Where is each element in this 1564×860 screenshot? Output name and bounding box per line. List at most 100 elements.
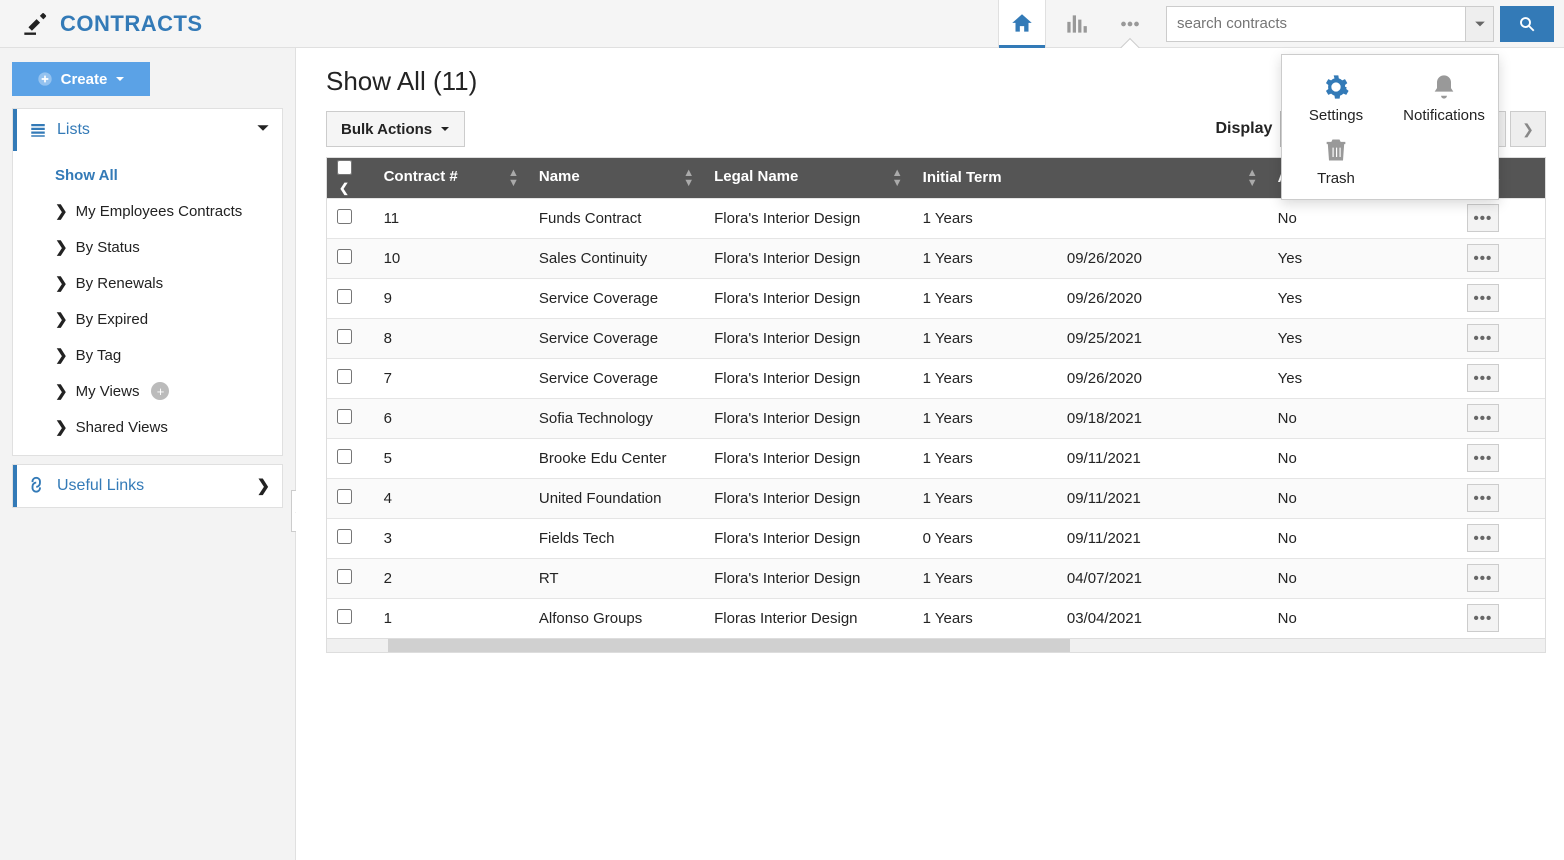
cell-name: United Foundation	[529, 478, 704, 518]
table-row[interactable]: 10Sales ContinuityFlora's Interior Desig…	[327, 238, 1545, 278]
horizontal-scrollbar[interactable]	[327, 638, 1545, 652]
cell-renewal	[1057, 198, 1268, 238]
row-actions-button[interactable]: •••	[1467, 484, 1499, 512]
brand: CONTRACTS	[22, 8, 203, 39]
cell-renewal: 04/07/2021	[1057, 558, 1268, 598]
sidebar-item-by-tag[interactable]: ❯ By Tag	[55, 337, 282, 373]
app-header: CONTRACTS	[0, 0, 1564, 48]
sidebar-item-by-status[interactable]: ❯ By Status	[55, 229, 282, 265]
sidebar-item-show-all[interactable]: Show All	[55, 157, 282, 193]
chevron-right-icon: ❯	[55, 310, 68, 328]
col-term[interactable]: Initial Term	[913, 158, 1057, 198]
row-checkbox[interactable]	[337, 569, 352, 584]
sidebar: Create Lists Show All ❯ My Employees Con…	[0, 48, 296, 860]
sort-icon: ▲▼	[508, 168, 519, 188]
table-row[interactable]: 2RTFlora's Interior Design1 Years04/07/2…	[327, 558, 1545, 598]
col-renewal[interactable]: Renewal Date▲▼	[1057, 158, 1268, 198]
cell-name: Brooke Edu Center	[529, 438, 704, 478]
cell-auto: Yes	[1268, 358, 1421, 398]
col-name[interactable]: Name▲▼	[529, 158, 704, 198]
table-row[interactable]: 4United FoundationFlora's Interior Desig…	[327, 478, 1545, 518]
display-label: Display	[1215, 120, 1272, 138]
row-checkbox[interactable]	[337, 449, 352, 464]
table-row[interactable]: 5Brooke Edu CenterFlora's Interior Desig…	[327, 438, 1545, 478]
cell-contract-no: 7	[374, 358, 529, 398]
select-all-checkbox[interactable]	[337, 160, 352, 175]
table-row[interactable]: 6Sofia TechnologyFlora's Interior Design…	[327, 398, 1545, 438]
row-checkbox[interactable]	[337, 369, 352, 384]
cell-renewal: 09/26/2020	[1057, 278, 1268, 318]
row-actions-button[interactable]: •••	[1467, 324, 1499, 352]
sidebar-item-my-employees[interactable]: ❯ My Employees Contracts	[55, 193, 282, 229]
row-checkbox[interactable]	[337, 209, 352, 224]
row-actions-button[interactable]: •••	[1467, 284, 1499, 312]
table-row[interactable]: 1Alfonso GroupsFloras Interior Design1 Y…	[327, 598, 1545, 638]
home-button[interactable]	[998, 0, 1046, 48]
cell-renewal: 09/11/2021	[1057, 438, 1268, 478]
contracts-table: ❮ Contract #▲▼ Name▲▼ Legal Name▲▼ Initi…	[326, 157, 1546, 653]
chevron-right-icon: ❯	[55, 274, 68, 292]
row-checkbox[interactable]	[337, 609, 352, 624]
table-row[interactable]: 3Fields TechFlora's Interior Design0 Yea…	[327, 518, 1545, 558]
analytics-button[interactable]	[1052, 0, 1100, 48]
search-button[interactable]	[1500, 6, 1554, 42]
row-checkbox[interactable]	[337, 409, 352, 424]
lists-label: Lists	[57, 121, 90, 139]
table-row[interactable]: 8Service CoverageFlora's Interior Design…	[327, 318, 1545, 358]
search-input[interactable]	[1166, 6, 1466, 42]
col-legal[interactable]: Legal Name▲▼	[704, 158, 913, 198]
col-contract-no[interactable]: Contract #▲▼	[374, 158, 529, 198]
table-row[interactable]: 9Service CoverageFlora's Interior Design…	[327, 278, 1545, 318]
notifications-item[interactable]: Notifications	[1399, 73, 1489, 124]
page-title: Show All (11)	[326, 66, 477, 97]
cell-renewal: 09/11/2021	[1057, 518, 1268, 558]
sidebar-item-label: My Views	[76, 383, 140, 400]
row-actions-button[interactable]: •••	[1467, 604, 1499, 632]
search-scope-dropdown[interactable]	[1466, 6, 1494, 42]
sort-icon: ▲▼	[892, 168, 903, 188]
row-checkbox[interactable]	[337, 329, 352, 344]
sidebar-item-by-renewals[interactable]: ❯ By Renewals	[55, 265, 282, 301]
row-actions-button[interactable]: •••	[1467, 244, 1499, 272]
bulk-actions-button[interactable]: Bulk Actions	[326, 111, 465, 147]
row-actions-button[interactable]: •••	[1467, 204, 1499, 232]
lists-header[interactable]: Lists	[13, 109, 282, 151]
cell-renewal: 09/26/2020	[1057, 238, 1268, 278]
trash-item[interactable]: Trash	[1291, 136, 1381, 187]
cell-legal: Flora's Interior Design	[704, 558, 913, 598]
sidebar-item-shared-views[interactable]: ❯ Shared Views	[55, 409, 282, 445]
cell-renewal: 09/25/2021	[1057, 318, 1268, 358]
table-row[interactable]: 11Funds ContractFlora's Interior Design1…	[327, 198, 1545, 238]
row-checkbox[interactable]	[337, 249, 352, 264]
settings-item[interactable]: Settings	[1291, 73, 1381, 124]
cell-term: 0 Years	[913, 518, 1057, 558]
row-actions-button[interactable]: •••	[1467, 444, 1499, 472]
next-page-button[interactable]: ❯	[1510, 111, 1546, 147]
cell-legal: Flora's Interior Design	[704, 198, 913, 238]
row-checkbox[interactable]	[337, 289, 352, 304]
add-view-icon[interactable]: +	[151, 382, 169, 400]
cell-contract-no: 4	[374, 478, 529, 518]
brand-title[interactable]: CONTRACTS	[60, 11, 203, 37]
useful-links-header[interactable]: Useful Links ❯	[13, 465, 282, 507]
cell-legal: Flora's Interior Design	[704, 438, 913, 478]
row-actions-button[interactable]: •••	[1467, 564, 1499, 592]
cell-contract-no: 10	[374, 238, 529, 278]
row-actions-button[interactable]: •••	[1467, 364, 1499, 392]
row-actions-button[interactable]: •••	[1467, 404, 1499, 432]
search-wrap	[1166, 6, 1554, 42]
table-row[interactable]: 7Service CoverageFlora's Interior Design…	[327, 358, 1545, 398]
row-checkbox[interactable]	[337, 529, 352, 544]
sidebar-item-my-views[interactable]: ❯ My Views +	[55, 373, 282, 409]
row-actions-button[interactable]: •••	[1467, 524, 1499, 552]
chevron-right-icon: ❯	[257, 476, 270, 496]
cell-contract-no: 2	[374, 558, 529, 598]
cell-name: Sofia Technology	[529, 398, 704, 438]
more-menu-button[interactable]	[1106, 0, 1154, 48]
cell-auto: Yes	[1268, 318, 1421, 358]
sidebar-item-by-expired[interactable]: ❯ By Expired	[55, 301, 282, 337]
chevron-right-icon: ❯	[55, 202, 68, 220]
cell-term: 1 Years	[913, 598, 1057, 638]
row-checkbox[interactable]	[337, 489, 352, 504]
create-button[interactable]: Create	[12, 62, 150, 96]
